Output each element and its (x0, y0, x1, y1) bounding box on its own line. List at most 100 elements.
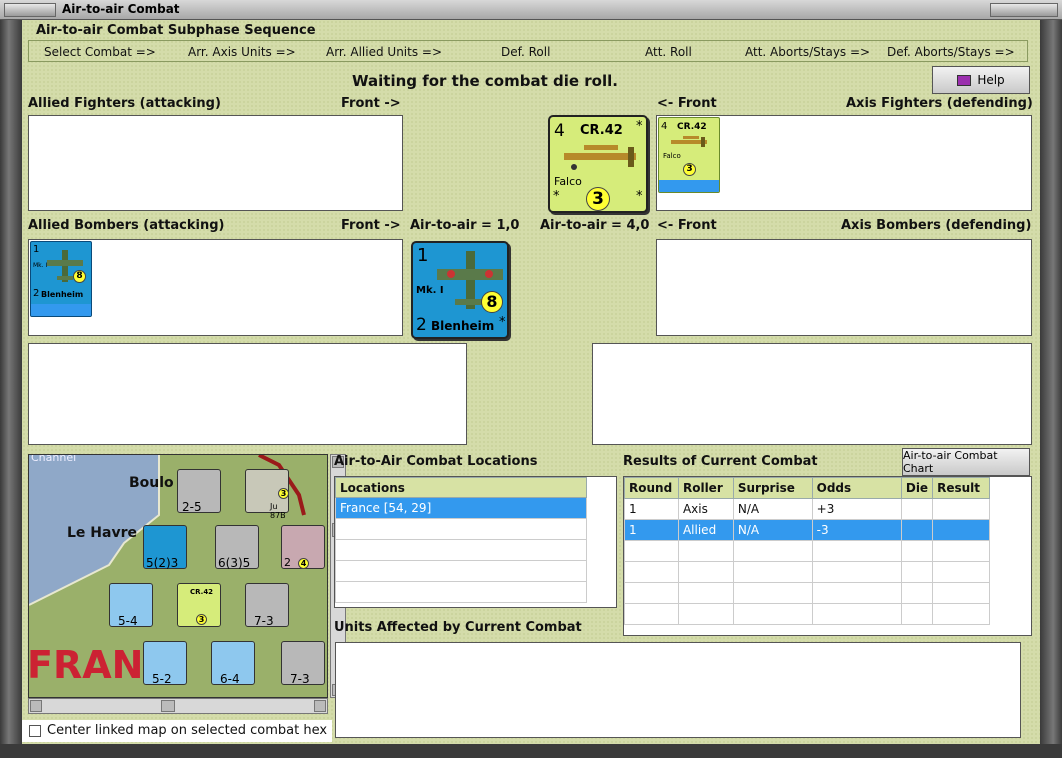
map-unit[interactable]: 7-3 (281, 641, 325, 686)
results-table: Round Roller Surprise Odds Die Result 1A… (624, 477, 990, 625)
counter-type: CR.42 (677, 122, 707, 132)
counter-range: 2 (416, 315, 427, 335)
col-round: Round (624, 477, 679, 499)
map-unit[interactable]: 2-5 (177, 469, 221, 514)
title-bar[interactable]: Air-to-air Combat (0, 0, 1062, 20)
window-frame-right (1040, 20, 1062, 758)
map-unit[interactable]: 6-4 (211, 641, 255, 686)
counter-corner: * (636, 119, 643, 134)
allied-info-box (28, 343, 467, 445)
air-combat-chart-button[interactable]: Air-to-air Combat Chart (902, 448, 1030, 476)
center-map-checkbox-row[interactable]: Center linked map on selected combat hex (22, 720, 332, 742)
map-label-le-havre: Le Havre (67, 525, 137, 541)
axis-fighter-counter[interactable]: 4 CR.42 * Falco * 3 * (548, 115, 648, 213)
window-menu-icon[interactable] (4, 3, 56, 17)
map-unit[interactable]: 24 (281, 525, 325, 569)
seq-step-arr-axis: Arr. Axis Units => (188, 45, 296, 59)
location-row[interactable]: France [54, 29] (335, 497, 587, 519)
allied-fighters-box[interactable] (28, 115, 403, 211)
allied-fighters-front-label: Front -> (341, 96, 401, 111)
axis-fighters-box[interactable]: 4 CR.42 Falco 3 (656, 115, 1032, 211)
counter-selection-bar (31, 304, 91, 316)
axis-bombers-front-label: <- Front (657, 218, 717, 233)
biplane-icon (669, 134, 711, 148)
scroll-thumb[interactable] (161, 700, 175, 712)
center-map-label: Center linked map on selected combat hex (47, 723, 328, 738)
col-result: Result (932, 477, 990, 499)
map-unit[interactable]: 5(2)3 (143, 525, 187, 570)
affected-units-box (335, 642, 1021, 738)
linked-map[interactable]: Channel Boulo Le Havre FRANC 2-5 Ju 87B 3… (28, 454, 328, 698)
col-surprise: Surprise (732, 477, 813, 499)
book-icon (957, 74, 972, 86)
sequence-heading: Air-to-air Combat Subphase Sequence (36, 23, 316, 38)
counter-value: 3 (586, 187, 610, 211)
map-label-boulogne: Boulo (129, 475, 174, 491)
axis-bombers-box[interactable] (656, 239, 1032, 336)
affected-title: Units Affected by Current Combat (334, 620, 582, 635)
axis-fighter-counter-small[interactable]: 4 CR.42 Falco 3 (658, 117, 720, 193)
result-row-empty (624, 603, 990, 625)
counter-type: CR.42 (580, 123, 623, 138)
col-odds: Odds (811, 477, 902, 499)
locations-header: Locations (335, 477, 587, 498)
locations-title: Air-to-Air Combat Locations (334, 454, 538, 469)
seq-step-def-aborts: Def. Aborts/Stays => (887, 45, 1015, 59)
status-message: Waiting for the combat die roll. (352, 72, 618, 90)
locations-list[interactable]: Locations France [54, 29] (334, 476, 617, 608)
counter-attack: 1 (417, 245, 429, 266)
result-row-empty (624, 582, 990, 604)
location-row-empty (335, 518, 587, 540)
map-unit[interactable]: 7-3 (245, 583, 289, 628)
result-row-empty (624, 561, 990, 583)
counter-range: 2 (33, 288, 40, 299)
window-title: Air-to-air Combat (62, 2, 180, 16)
col-roller: Roller (677, 477, 734, 499)
allied-bombers-box[interactable]: 1 Mk. I 8 2 Blenheim (28, 239, 403, 336)
seq-step-def-roll: Def. Roll (501, 45, 551, 59)
allied-bomber-counter-small[interactable]: 1 Mk. I 8 2 Blenheim (30, 241, 92, 317)
map-unit[interactable]: 6(3)5 (215, 525, 259, 570)
result-row[interactable]: 1 Axis N/A +3 (624, 498, 990, 520)
map-unit[interactable]: CR.42 3 (177, 583, 221, 627)
counter-value: 8 (73, 270, 86, 283)
allied-bomber-counter[interactable]: 1 Mk. I 8 2 Blenheim * (411, 241, 509, 339)
allied-fighters-label: Allied Fighters (attacking) (28, 96, 221, 111)
map-unit[interactable]: 5-4 (109, 583, 153, 628)
counter-attack: 1 (33, 244, 40, 255)
counter-attack: 4 (554, 121, 565, 141)
combat-panel: Air-to-air Combat Subphase Sequence Sele… (22, 20, 1040, 744)
locations-table: Locations France [54, 29] (335, 477, 587, 603)
scroll-left-arrow-icon[interactable] (30, 700, 42, 712)
seq-step-att-roll: Att. Roll (645, 45, 692, 59)
scroll-right-arrow-icon[interactable] (314, 700, 326, 712)
window-frame-left (0, 20, 22, 758)
location-row-empty (335, 581, 587, 603)
allied-air-to-air-value: Air-to-air = 1,0 (410, 218, 520, 233)
results-title: Results of Current Combat (623, 454, 818, 469)
help-button[interactable]: Help (932, 66, 1030, 94)
window-controls[interactable] (990, 3, 1058, 17)
counter-value: 8 (481, 291, 503, 313)
location-row-empty (335, 560, 587, 582)
seq-step-select-combat: Select Combat => (44, 45, 156, 59)
map-horizontal-scrollbar[interactable] (28, 698, 328, 714)
axis-fighters-front-label: <- Front (657, 96, 717, 111)
map-unit[interactable]: Ju 87B 3 (245, 469, 289, 520)
counter-name: Falco (663, 152, 681, 160)
center-map-checkbox[interactable] (29, 725, 41, 737)
counter-corner-br: * (636, 189, 643, 204)
counter-name: Blenheim (41, 290, 84, 299)
map-label-channel: Channel (31, 454, 77, 464)
col-die: Die (900, 477, 934, 499)
counter-corner: * (499, 315, 506, 330)
result-row[interactable]: 1 Allied N/A -3 (624, 519, 990, 541)
seq-step-arr-allied: Arr. Allied Units => (326, 45, 443, 59)
axis-fighters-label: Axis Fighters (defending) (846, 96, 1033, 111)
map-unit[interactable]: 5-2 (143, 641, 187, 686)
help-label: Help (977, 73, 1005, 87)
counter-name: Blenheim (431, 319, 495, 333)
counter-corner-bl: * (553, 189, 560, 204)
counter-value: 3 (683, 163, 696, 176)
allied-bombers-front-label: Front -> (341, 218, 401, 233)
